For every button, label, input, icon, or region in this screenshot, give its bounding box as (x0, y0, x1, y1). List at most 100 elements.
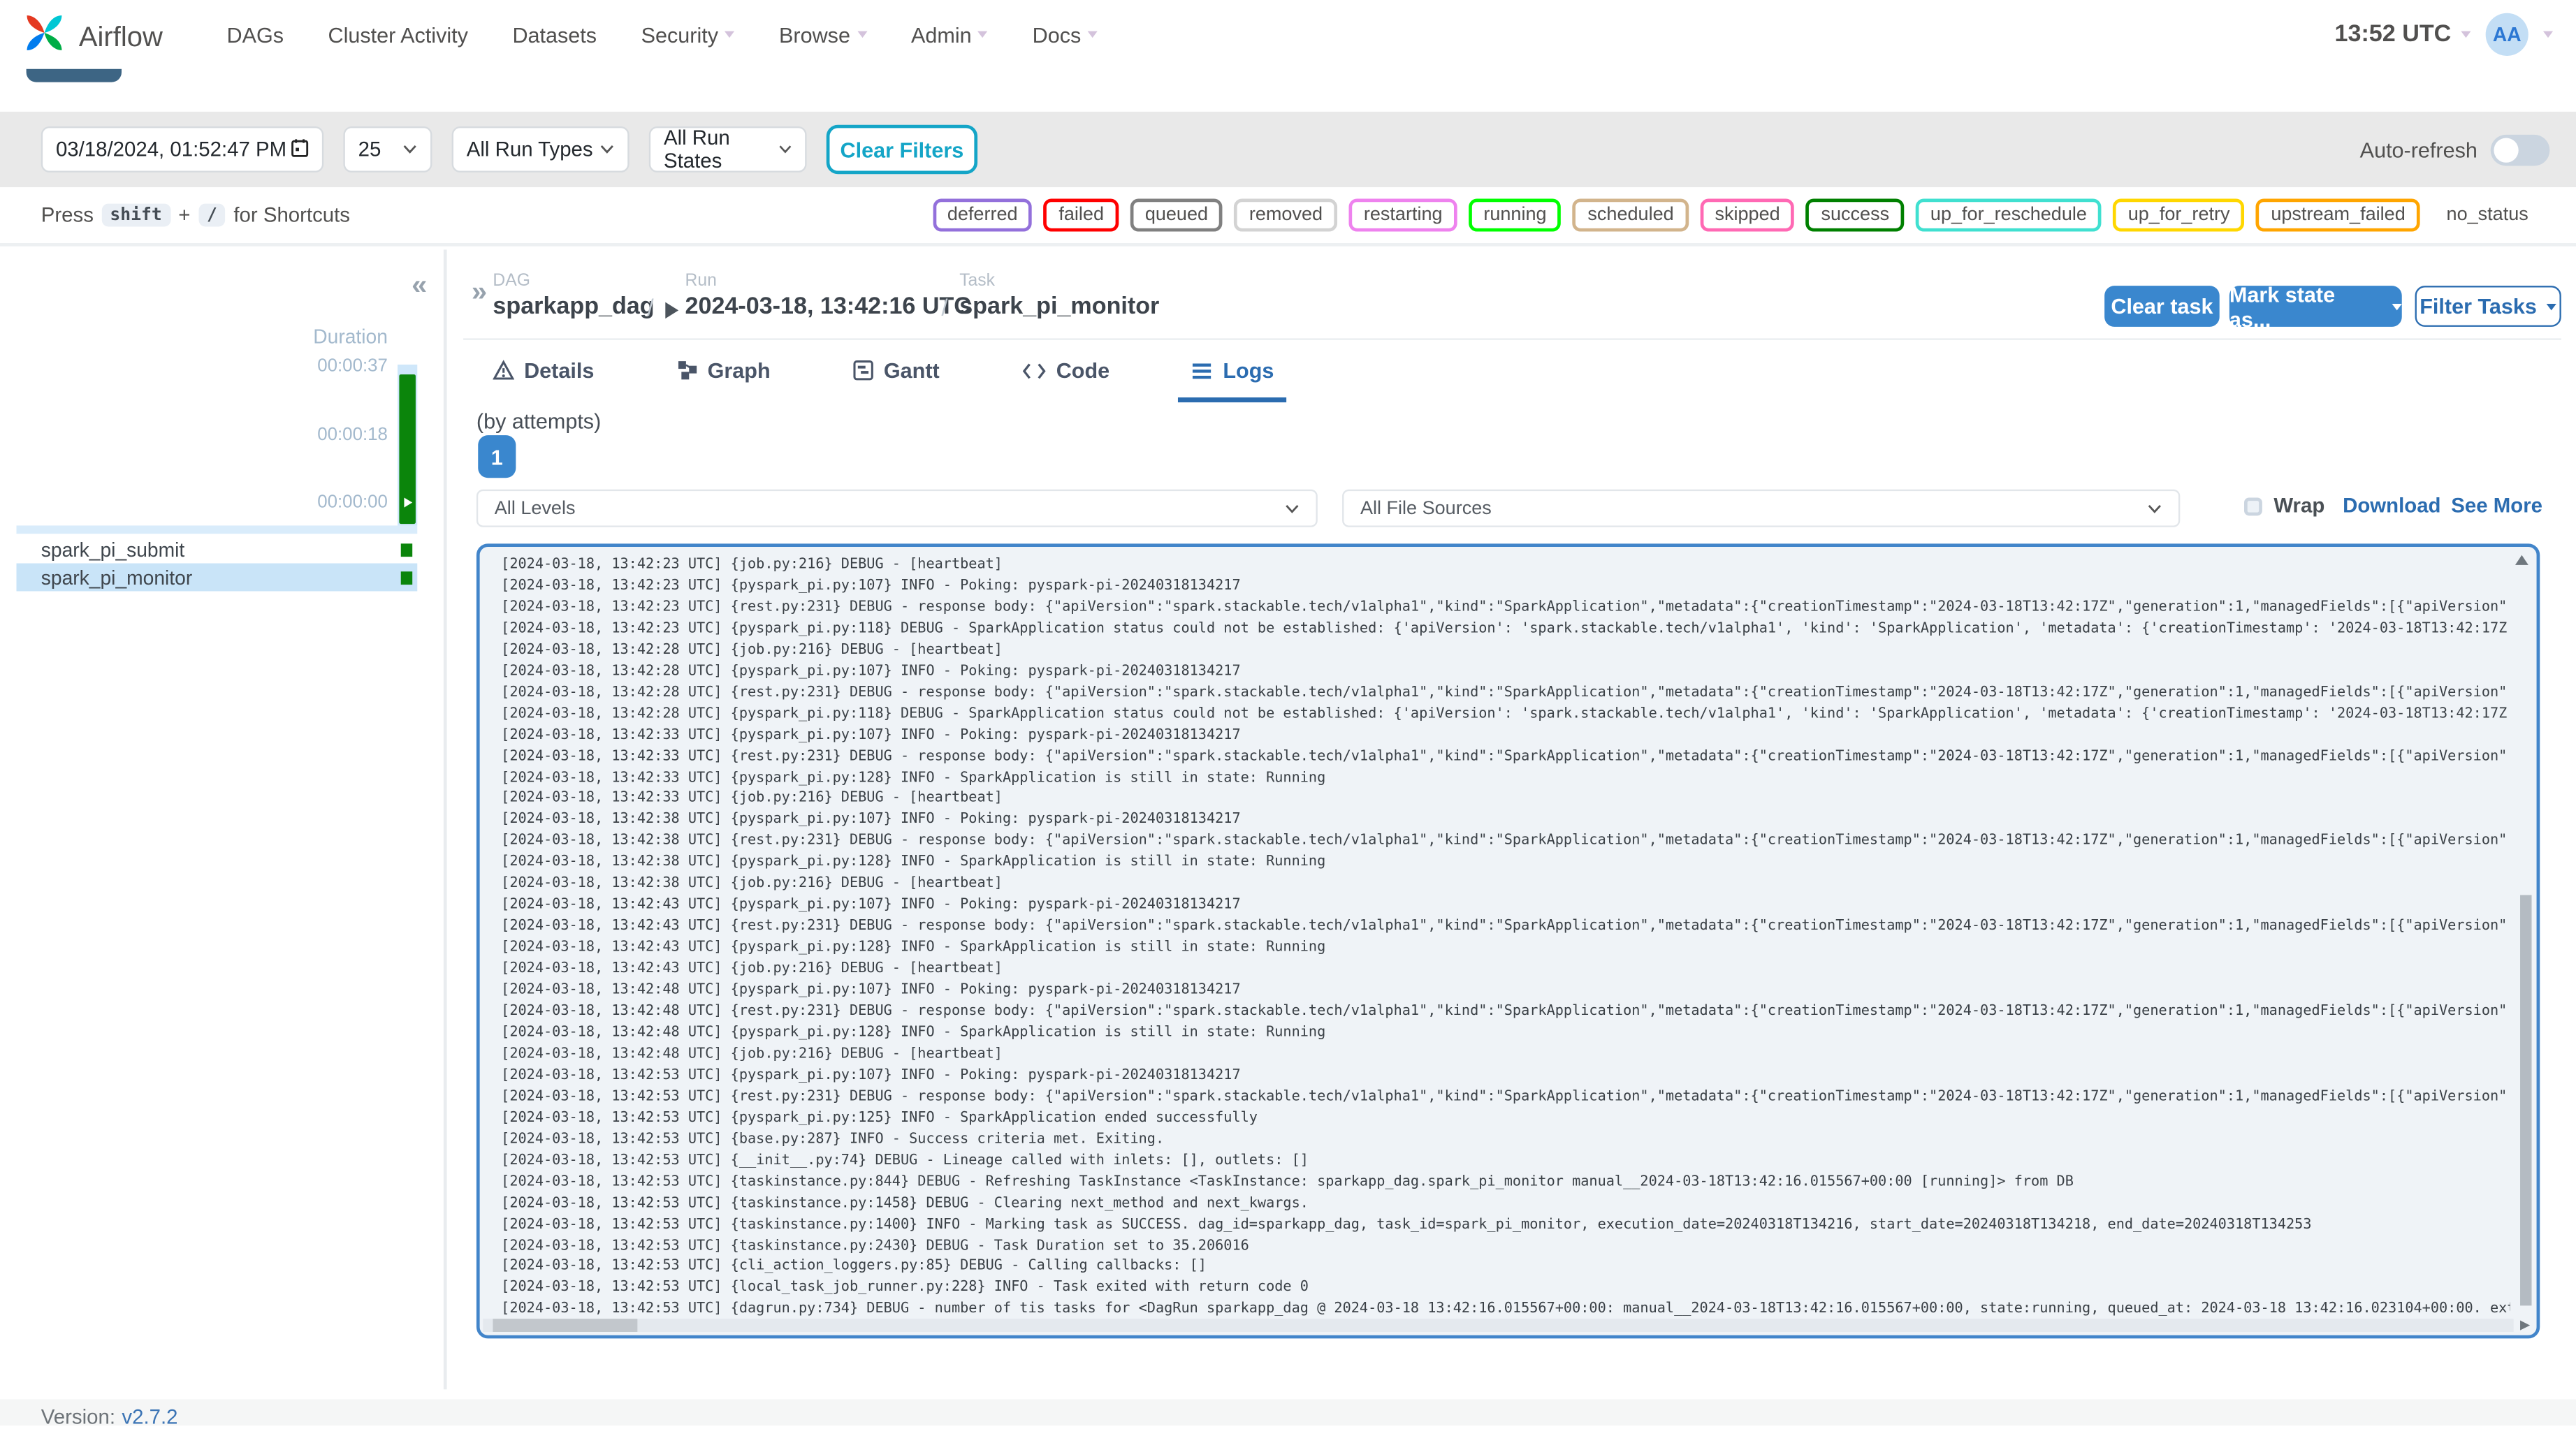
breadcrumb-dag-name[interactable]: sparkapp_dag (493, 294, 654, 321)
calendar-icon[interactable] (291, 137, 309, 161)
log-line: [2024-03-18, 13:42:53 UTC] {pyspark_pi.p… (501, 1110, 1258, 1127)
log-level-value: All Levels (494, 498, 576, 518)
state-badge[interactable]: success (1806, 198, 1905, 232)
state-badge[interactable]: skipped (1700, 198, 1795, 232)
breadcrumb-run-label: Run (685, 270, 717, 291)
tab-logs[interactable]: Logs (1178, 348, 1288, 403)
breadcrumb-separator: / (941, 293, 948, 321)
task-state-square[interactable] (400, 543, 413, 556)
log-viewer[interactable]: [2024-03-18, 13:42:23 UTC] {job.py:216} … (476, 543, 2540, 1339)
nav-menu-item[interactable]: Admin (911, 22, 989, 47)
chevron-down-icon (1286, 504, 1299, 513)
breadcrumb-run-name[interactable]: 2024-03-18, 13:42:16 UTC (685, 294, 971, 321)
log-line: [2024-03-18, 13:42:48 UTC] {pyspark_pi.p… (501, 1025, 1326, 1041)
mark-state-button[interactable]: Mark state as... (2229, 281, 2402, 331)
base-date-input[interactable]: 03/18/2024, 01:52:47 PM (41, 126, 324, 173)
horizontal-scrollbar-track[interactable] (483, 1319, 2514, 1332)
run-states-select[interactable]: All Run States (648, 126, 807, 173)
log-line: [2024-03-18, 13:42:43 UTC] {pyspark_pi.p… (501, 897, 1241, 914)
code-icon (1022, 362, 1046, 379)
expand-sidebar-icon[interactable]: » (472, 276, 487, 309)
page-size-value: 25 (358, 138, 381, 161)
tab-gantt[interactable]: Gantt (839, 348, 952, 402)
log-line: [2024-03-18, 13:42:53 UTC] {taskinstance… (501, 1216, 2312, 1233)
tab-code[interactable]: Code (1009, 348, 1123, 402)
version-link[interactable]: v2.7.2 (122, 1406, 177, 1429)
state-badge[interactable]: restarting (1348, 198, 1457, 232)
nav-right: 13:52 UTC AA (2335, 0, 2554, 69)
state-badge[interactable]: failed (1044, 198, 1119, 232)
nav-menu-item[interactable]: Security (641, 22, 735, 47)
log-line: [2024-03-18, 13:42:33 UTC] {rest.py:231}… (501, 748, 2510, 765)
breadcrumb-task-label: Task (959, 270, 995, 291)
log-line: [2024-03-18, 13:42:23 UTC] {pyspark_pi.p… (501, 578, 1241, 595)
chevron-down-icon (2148, 504, 2161, 513)
task-name: spark_pi_monitor (41, 566, 193, 589)
shift-key: shift (101, 203, 170, 227)
footer: Version: v2.7.2 (0, 1399, 2576, 1429)
auto-refresh-toggle[interactable] (2490, 133, 2550, 166)
task-row[interactable]: spark_pi_submit (17, 536, 418, 564)
scroll-up-arrow-icon[interactable] (2515, 555, 2528, 565)
filter-tasks-label: Filter Tasks (2419, 293, 2537, 319)
download-link[interactable]: Download (2343, 494, 2440, 518)
state-badge[interactable]: no_status (2431, 198, 2543, 232)
clear-task-button[interactable]: Clear task (2104, 286, 2220, 327)
run-states-value: All Run States (663, 126, 730, 173)
state-badge[interactable]: running (1469, 198, 1562, 232)
shortcuts-hint: Press shift + / for Shortcuts (41, 187, 350, 243)
nav-menu-item-label: Datasets (512, 22, 597, 47)
log-level-select[interactable]: All Levels (476, 489, 1318, 527)
task-row[interactable]: spark_pi_monitor (16, 563, 418, 592)
tab-graph[interactable]: Graph (663, 348, 783, 402)
vertical-scrollbar[interactable] (2520, 895, 2532, 1306)
nav-menu-item[interactable]: Cluster Activity (328, 22, 468, 47)
attempt-1-button[interactable]: 1 (478, 435, 516, 478)
tab-details[interactable]: Details (480, 348, 608, 402)
avatar[interactable]: AA (2485, 13, 2528, 56)
filter-tasks-button[interactable]: Filter Tasks (2415, 286, 2561, 327)
nav-menu-item[interactable]: Docs (1033, 22, 1098, 47)
state-badge[interactable]: upstream_failed (2256, 198, 2420, 232)
run-types-select[interactable]: All Run Types (451, 126, 630, 173)
horizontal-scrollbar[interactable] (493, 1319, 638, 1332)
chevron-down-icon[interactable] (2542, 31, 2554, 38)
shortcuts-prefix: Press (41, 203, 94, 227)
log-line: [2024-03-18, 13:42:38 UTC] {job.py:216} … (501, 875, 1003, 893)
state-badge[interactable]: removed (1234, 198, 1338, 232)
log-line: [2024-03-18, 13:42:33 UTC] {pyspark_pi.p… (501, 726, 1241, 744)
tab-label: Graph (707, 358, 771, 383)
state-badge[interactable]: up_for_reschedule (1915, 198, 2102, 232)
scroll-right-arrow-icon[interactable] (2520, 1320, 2531, 1331)
clock-dropdown[interactable]: 13:52 UTC (2335, 22, 2471, 47)
state-badge[interactable]: queued (1130, 198, 1223, 232)
state-badge[interactable]: deferred (932, 198, 1033, 232)
collapse-sidebar-icon[interactable]: « (412, 270, 427, 302)
log-line: [2024-03-18, 13:42:23 UTC] {rest.py:231}… (501, 599, 2510, 616)
selected-run-play-icon (404, 497, 413, 508)
log-line: [2024-03-18, 13:42:53 UTC] {cli_action_l… (501, 1259, 1207, 1275)
task-state-square[interactable] (400, 571, 413, 584)
nav-menu-item[interactable]: Browse (779, 22, 867, 47)
nav-menu-item[interactable]: Datasets (512, 22, 597, 47)
nav-menu-item-label: Security (641, 22, 719, 47)
main-content: « Duration 00:00:37 00:00:18 00:00:00 sp… (0, 249, 2576, 1400)
state-badge[interactable]: scheduled (1573, 198, 1689, 232)
log-line: [2024-03-18, 13:42:48 UTC] {pyspark_pi.p… (501, 982, 1241, 999)
log-line: [2024-03-18, 13:42:53 UTC] {base.py:287}… (501, 1131, 1165, 1148)
state-badge[interactable]: up_for_retry (2113, 198, 2245, 232)
nav-menu-item[interactable]: DAGs (226, 22, 284, 47)
breadcrumb-task-name[interactable]: spark_pi_monitor (959, 294, 1159, 321)
log-line: [2024-03-18, 13:42:23 UTC] {job.py:216} … (501, 557, 1003, 573)
file-source-select[interactable]: All File Sources (1342, 489, 2181, 527)
log-line: [2024-03-18, 13:42:53 UTC] {rest.py:231}… (501, 1088, 2510, 1106)
airflow-brand[interactable]: Airflow (20, 8, 163, 66)
clear-filters-button[interactable]: Clear Filters (826, 124, 978, 175)
wrap-checkbox[interactable] (2244, 497, 2262, 516)
page-size-select[interactable]: 25 (343, 126, 432, 173)
by-attempts-label: (by attempts) (476, 409, 602, 434)
see-more-link[interactable]: See More (2451, 494, 2542, 518)
task-sidebar: « Duration 00:00:37 00:00:18 00:00:00 sp… (0, 249, 447, 1390)
detail-tabs: Details Graph Gantt Code Logs (480, 348, 1288, 403)
tab-label: Gantt (883, 358, 940, 383)
